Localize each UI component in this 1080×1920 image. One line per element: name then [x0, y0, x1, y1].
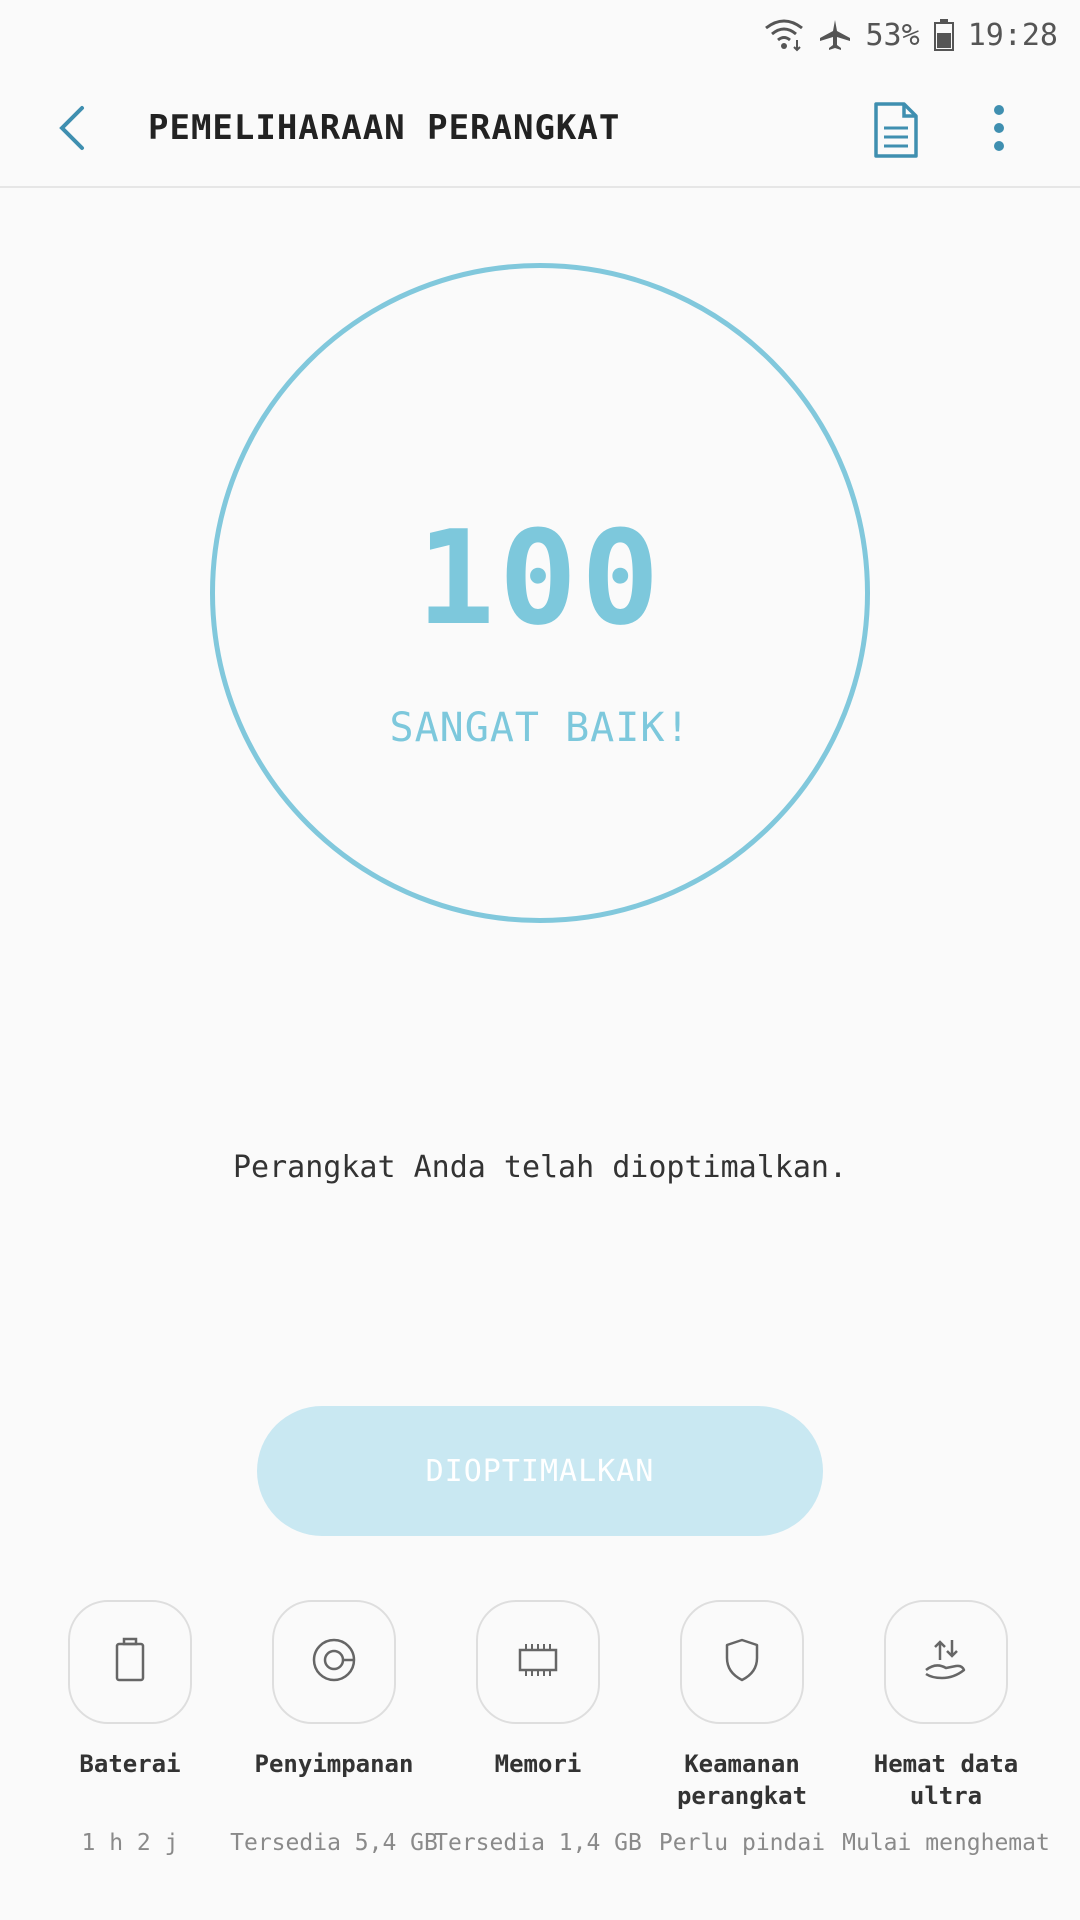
tool-label: Memori: [494, 1750, 582, 1778]
tool-label: Baterai: [79, 1750, 181, 1778]
tool-icon-button[interactable]: [884, 1600, 1008, 1724]
tool-label: Hemat data ultra: [873, 1750, 1019, 1810]
tool-status: Tersedia 5,4 GB: [230, 1830, 438, 1856]
optimize-button[interactable]: DIOPTIMALKAN: [257, 1406, 823, 1536]
more-vert-icon: [978, 105, 1020, 164]
optimization-message: Perangkat Anda telah dioptimalkan.: [232, 1150, 848, 1185]
page-title: PEMELIHARAAN PERANGKAT: [148, 108, 621, 148]
score-label: SANGAT BAIK!: [389, 705, 691, 751]
tool-status: 1 h 2 j: [81, 1830, 179, 1856]
memory-chip-icon: [514, 1640, 562, 1684]
tool-memory[interactable]: Memori Tersedia 1,4 GB: [434, 1600, 642, 1900]
tool-status: Mulai menghemat: [842, 1830, 1050, 1856]
document-icon: [868, 102, 924, 164]
storage-icon: [310, 1636, 358, 1688]
tool-icon-button[interactable]: [680, 1600, 804, 1724]
tool-status: Perlu pindai: [658, 1830, 826, 1856]
airplane-icon: [818, 18, 852, 52]
tool-data-saver[interactable]: Hemat data ultra Mulai menghemat: [842, 1600, 1050, 1900]
status-bar: 53% 19:28: [0, 0, 1080, 70]
tools-row: Baterai 1 h 2 j Penyimpanan Tersedia 5,4…: [0, 1600, 1080, 1900]
tool-label: Keamanan perangkat: [676, 1750, 808, 1810]
wifi-icon: [764, 18, 804, 52]
tool-icon-button[interactable]: [272, 1600, 396, 1724]
report-button[interactable]: [868, 100, 924, 160]
battery-percent: 53%: [865, 17, 920, 53]
tool-status: Tersedia 1,4 GB: [434, 1830, 642, 1856]
battery-icon: [933, 19, 954, 51]
tool-icon-button[interactable]: [68, 1600, 192, 1724]
clock: 19:28: [967, 17, 1058, 53]
tool-icon-button[interactable]: [476, 1600, 600, 1724]
score-circle: 100 SANGAT BAIK!: [210, 263, 870, 923]
battery-icon: [112, 1636, 148, 1688]
data-saver-icon: [922, 1636, 970, 1688]
shield-icon: [722, 1636, 762, 1688]
app-bar: PEMELIHARAAN PERANGKAT: [0, 70, 1080, 188]
score-value: 100: [416, 502, 664, 654]
tool-security[interactable]: Keamanan perangkat Perlu pindai: [640, 1600, 844, 1900]
back-button[interactable]: [48, 100, 100, 156]
tool-battery[interactable]: Baterai 1 h 2 j: [28, 1600, 232, 1900]
tool-storage[interactable]: Penyimpanan Tersedia 5,4 GB: [230, 1600, 438, 1900]
more-options-button[interactable]: [978, 100, 1020, 160]
back-arrow-icon: [48, 106, 100, 160]
tool-label: Penyimpanan: [254, 1750, 414, 1778]
